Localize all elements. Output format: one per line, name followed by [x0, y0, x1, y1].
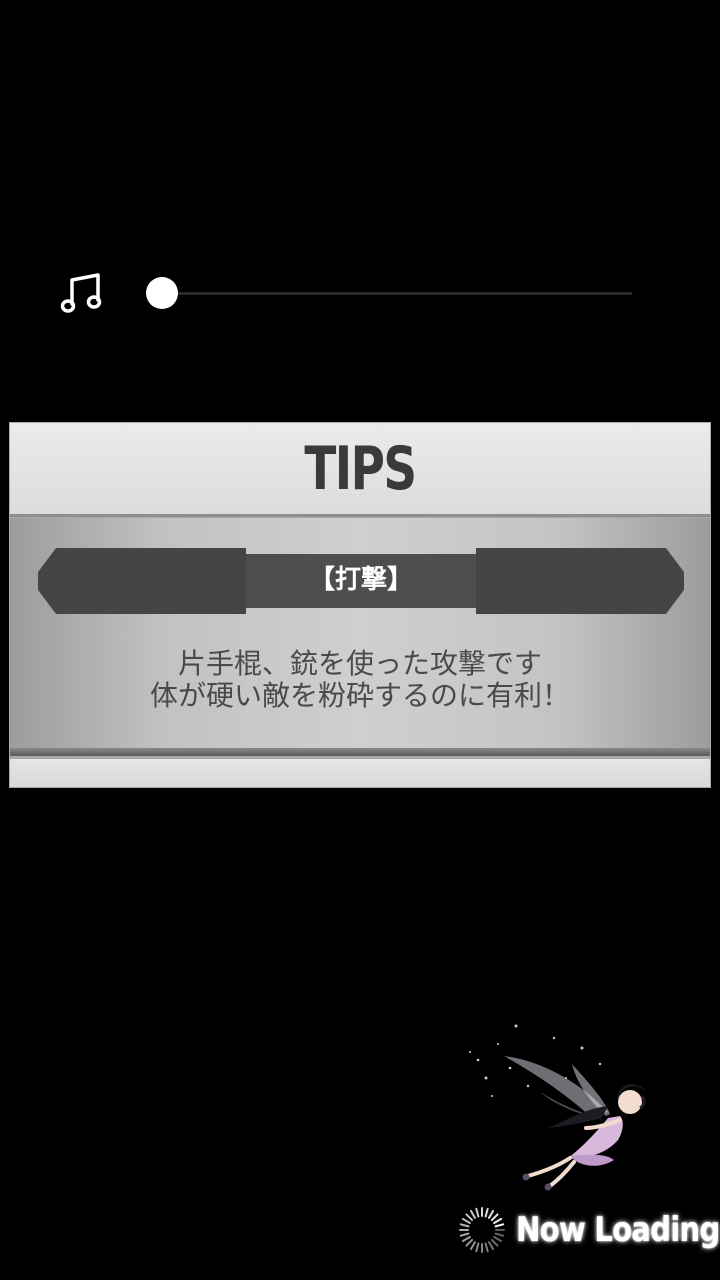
spinner-tick	[475, 1207, 480, 1218]
spinner-tick	[494, 1223, 505, 1228]
spinner-tick	[484, 1207, 489, 1218]
tips-panel: TIPS 【打撃】 片手棍、銃を使った攻撃です 体が硬い敵を粉砕するのに有利！	[9, 422, 711, 788]
loading-text: Now Loading	[516, 1210, 720, 1250]
loading-indicator: Now Loading	[458, 1204, 720, 1256]
tips-title: TIPS	[304, 434, 417, 504]
spinner-tick	[459, 1232, 470, 1237]
tips-header: TIPS	[10, 423, 710, 517]
bgm-volume-thumb[interactable]	[146, 277, 178, 309]
music-note-icon	[58, 272, 106, 316]
spinner-tick	[494, 1232, 505, 1237]
tips-footer	[10, 759, 710, 787]
fairy-character-icon	[458, 1020, 678, 1200]
spinner-tick	[465, 1238, 474, 1247]
spinner-tick	[488, 1209, 494, 1219]
spinner-tick	[459, 1223, 470, 1228]
spinner-tick	[465, 1213, 474, 1222]
tips-category-label: 【打撃】	[308, 565, 413, 595]
spinner-tick	[470, 1241, 476, 1251]
bgm-volume-track[interactable]	[162, 292, 632, 295]
tips-description-line: 体が硬い敵を粉砕するのに有利！	[149, 679, 570, 712]
tips-body: 【打撃】 片手棍、銃を使った攻撃です 体が硬い敵を粉砕するのに有利！	[10, 518, 710, 756]
spinner-tick	[490, 1238, 499, 1247]
spinner-tick	[493, 1236, 503, 1242]
tips-category-banner: 【打撃】	[38, 548, 684, 614]
tips-description: 片手棍、銃を使った攻撃です 体が硬い敵を粉砕するのに有利！	[10, 648, 710, 712]
spinner-tick	[461, 1236, 471, 1242]
spinner-tick	[493, 1218, 503, 1224]
spinner-tick	[484, 1242, 489, 1253]
spinner-tick	[488, 1241, 494, 1251]
spinner-tick	[461, 1218, 471, 1224]
spinner-tick	[470, 1209, 476, 1219]
spinner-tick	[490, 1213, 499, 1222]
loading-spinner-icon	[458, 1206, 506, 1254]
bgm-volume-control	[0, 262, 720, 326]
tips-description-line: 片手棍、銃を使った攻撃です	[177, 647, 542, 680]
spinner-tick	[475, 1242, 480, 1253]
